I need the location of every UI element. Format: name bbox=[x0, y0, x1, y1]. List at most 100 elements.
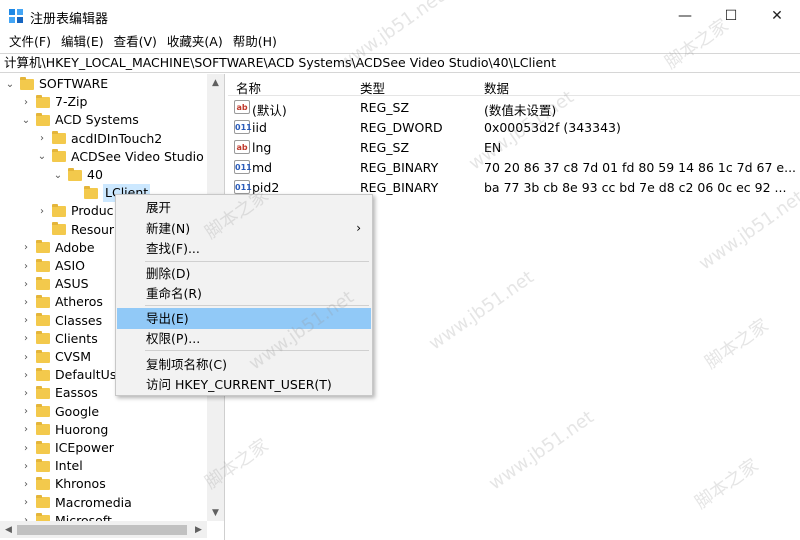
menu-item-visit-hkcu[interactable]: 访问 HKEY_CURRENT_USER(T) bbox=[117, 374, 371, 395]
value-name: lng bbox=[252, 140, 272, 155]
tree-node-label: Intel bbox=[55, 458, 83, 474]
collapsed-chevron-icon[interactable]: › bbox=[20, 239, 32, 257]
expanded-chevron-icon[interactable]: ⌄ bbox=[20, 111, 32, 129]
column-data-header[interactable]: 数据 bbox=[484, 78, 509, 97]
menu-bar: 文件(F) 编辑(E) 查看(V) 收藏夹(A) 帮助(H) bbox=[0, 32, 800, 52]
tree-node[interactable]: › CVSM bbox=[20, 348, 91, 366]
menu-help[interactable]: 帮助(H) bbox=[228, 32, 282, 52]
menu-item-new[interactable]: 新建(N) › bbox=[117, 218, 371, 239]
menu-item-copy-key-name[interactable]: 复制项名称(C) bbox=[117, 354, 371, 375]
tree-node[interactable]: › ASUS bbox=[20, 275, 89, 293]
folder-icon bbox=[52, 149, 66, 163]
menu-item-export[interactable]: 导出(E) bbox=[117, 308, 371, 329]
collapsed-chevron-icon[interactable]: › bbox=[20, 475, 32, 493]
tree-node[interactable]: ⌄ 40 bbox=[52, 166, 103, 184]
tree-node[interactable]: ⌄ ACDSee Video Studio bbox=[36, 148, 204, 166]
scroll-down-icon[interactable]: ▼ bbox=[207, 504, 224, 521]
collapsed-chevron-icon[interactable]: › bbox=[20, 421, 32, 439]
tree-node[interactable]: Resour bbox=[36, 221, 114, 239]
scroll-up-icon[interactable]: ▲ bbox=[207, 74, 224, 91]
expanded-chevron-icon[interactable]: ⌄ bbox=[36, 148, 48, 166]
scroll-thumb-horizontal[interactable] bbox=[17, 525, 187, 535]
folder-icon bbox=[36, 458, 50, 472]
menu-favorites[interactable]: 收藏夹(A) bbox=[162, 32, 228, 52]
tree-node[interactable]: › Produc bbox=[36, 202, 114, 220]
address-bar[interactable]: 计算机\HKEY_LOCAL_MACHINE\SOFTWARE\ACD Syst… bbox=[0, 53, 800, 73]
collapsed-chevron-icon[interactable]: › bbox=[20, 439, 32, 457]
tree-node[interactable]: ⌄ ACD Systems bbox=[20, 111, 139, 129]
tree-node[interactable]: › Macromedia bbox=[20, 494, 132, 512]
collapsed-chevron-icon[interactable]: › bbox=[20, 403, 32, 421]
folder-icon bbox=[36, 404, 50, 418]
expanded-chevron-icon[interactable]: ⌄ bbox=[4, 75, 16, 93]
string-value-icon: ab bbox=[234, 140, 250, 154]
tree-node[interactable]: › Google bbox=[20, 403, 99, 421]
collapsed-chevron-icon[interactable]: › bbox=[20, 366, 32, 384]
tree-node-label: Clients bbox=[55, 330, 98, 346]
tree-node[interactable]: › Eassos bbox=[20, 384, 98, 402]
menu-edit[interactable]: 编辑(E) bbox=[56, 32, 109, 52]
folder-icon bbox=[36, 258, 50, 272]
maximize-button[interactable]: ☐ bbox=[708, 0, 754, 32]
scroll-left-icon[interactable]: ◀ bbox=[0, 521, 17, 538]
collapsed-chevron-icon[interactable]: › bbox=[20, 384, 32, 402]
collapsed-chevron-icon[interactable]: › bbox=[20, 330, 32, 348]
tree-node-label: Macromedia bbox=[55, 494, 132, 510]
menu-item-expand[interactable]: 展开 bbox=[117, 197, 371, 218]
tree-node-label: ICEpower bbox=[55, 440, 114, 455]
collapsed-chevron-icon[interactable]: › bbox=[20, 348, 32, 366]
window-title: 注册表编辑器 bbox=[30, 12, 109, 27]
folder-icon bbox=[36, 240, 50, 254]
menu-item-rename[interactable]: 重命名(R) bbox=[117, 283, 371, 304]
scroll-right-icon[interactable]: ▶ bbox=[190, 521, 207, 538]
tree-node-label: ACD Systems bbox=[55, 112, 139, 128]
value-row[interactable]: ab lng REG_SZ EN bbox=[228, 137, 800, 157]
collapsed-chevron-icon[interactable]: › bbox=[20, 257, 32, 275]
value-row[interactable]: 011 iid REG_DWORD 0x00053d2f (343343) bbox=[228, 117, 800, 137]
tree-node[interactable]: › ICEpower bbox=[20, 439, 114, 457]
collapsed-chevron-icon[interactable]: › bbox=[20, 275, 32, 293]
tree-node[interactable]: › Huorong bbox=[20, 421, 108, 439]
collapsed-chevron-icon[interactable]: › bbox=[20, 457, 32, 475]
column-type-header[interactable]: 类型 bbox=[360, 78, 385, 97]
tree-node[interactable]: › DefaultUs bbox=[20, 366, 116, 384]
collapsed-chevron-icon[interactable]: › bbox=[20, 312, 32, 330]
tree-horizontal-scrollbar[interactable]: ◀ ▶ bbox=[0, 521, 207, 538]
tree-node[interactable]: › Atheros bbox=[20, 293, 103, 311]
collapsed-chevron-icon[interactable]: › bbox=[20, 293, 32, 311]
tree-node[interactable]: › Adobe bbox=[20, 239, 95, 257]
tree-node[interactable]: › Classes bbox=[20, 312, 102, 330]
collapsed-chevron-icon[interactable]: › bbox=[20, 93, 32, 111]
menu-item-delete[interactable]: 删除(D) bbox=[117, 263, 371, 284]
menu-separator bbox=[145, 350, 369, 351]
tree-node[interactable]: › 7-Zip bbox=[20, 93, 87, 111]
collapsed-chevron-icon[interactable]: › bbox=[20, 494, 32, 512]
close-button[interactable]: ✕ bbox=[754, 0, 800, 32]
menu-item-permissions[interactable]: 权限(P)... bbox=[117, 328, 371, 349]
folder-icon bbox=[36, 112, 50, 126]
folder-icon bbox=[52, 222, 66, 236]
tree-node[interactable]: › ASIO bbox=[20, 257, 85, 275]
value-name: iid bbox=[252, 120, 267, 135]
menu-file[interactable]: 文件(F) bbox=[4, 32, 56, 52]
value-row[interactable]: ab (默认) REG_SZ (数值未设置) bbox=[228, 97, 800, 118]
collapsed-chevron-icon[interactable]: › bbox=[36, 202, 48, 220]
tree-node-label: Resour bbox=[71, 221, 115, 237]
menu-view[interactable]: 查看(V) bbox=[109, 32, 162, 52]
tree-node[interactable]: ⌄ SOFTWARE bbox=[4, 75, 108, 93]
tree-node[interactable]: › acdIDInTouch2 bbox=[36, 130, 162, 148]
collapsed-chevron-icon bbox=[36, 221, 48, 239]
column-name-header[interactable]: 名称 bbox=[236, 78, 261, 97]
menu-item-find[interactable]: 查找(F)... bbox=[117, 238, 371, 259]
value-type: REG_SZ bbox=[360, 100, 410, 115]
minimize-button[interactable]: — bbox=[662, 0, 708, 32]
tree-node[interactable]: › Intel bbox=[20, 457, 83, 475]
expanded-chevron-icon[interactable]: ⌄ bbox=[52, 166, 64, 184]
folder-icon bbox=[52, 131, 66, 145]
value-row[interactable]: 011 md REG_BINARY 70 20 86 37 c8 7d 01 fd 8… bbox=[228, 157, 800, 177]
tree-node[interactable]: › Clients bbox=[20, 330, 98, 348]
folder-icon bbox=[84, 185, 98, 199]
tree-node[interactable]: › Khronos bbox=[20, 475, 106, 493]
value-data: 0x00053d2f (343343) bbox=[484, 120, 621, 135]
collapsed-chevron-icon[interactable]: › bbox=[36, 130, 48, 148]
